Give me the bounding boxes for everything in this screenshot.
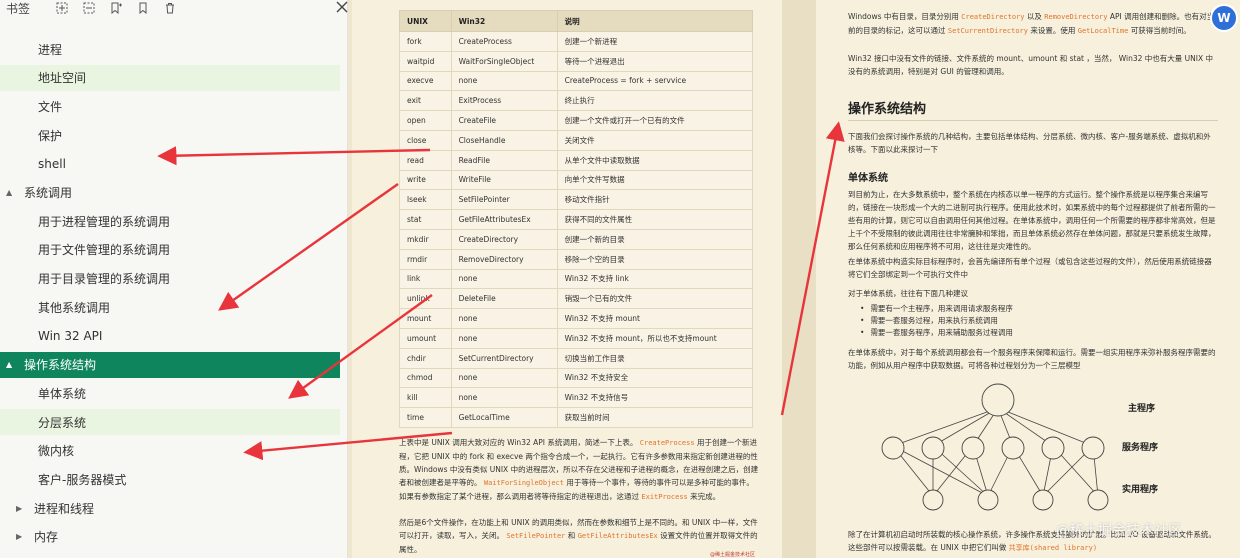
- arrow: [780, 121, 845, 416]
- annotation-arrows: [157, 121, 845, 461]
- arrow: [157, 146, 431, 166]
- arrow: [243, 431, 453, 461]
- arrow: [288, 294, 433, 399]
- arrow: [218, 183, 399, 311]
